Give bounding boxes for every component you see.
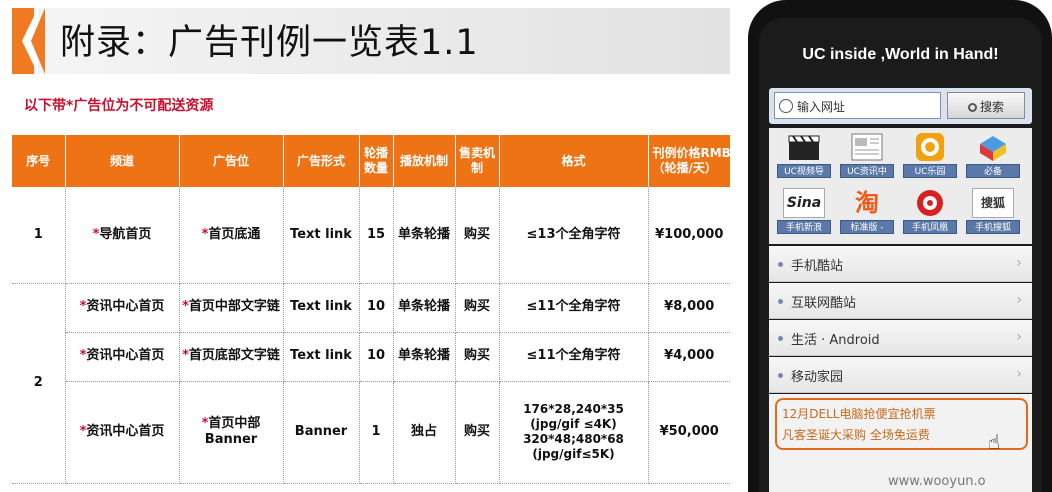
chevron-right-icon: ›	[1016, 329, 1022, 345]
col-header-price: 刊例价格RMB （轮播/天）	[648, 135, 730, 187]
sina-logo-icon: Sina	[783, 188, 825, 218]
app-tile[interactable]: 淘 标准版 -	[838, 188, 896, 238]
cell-sale: 购买	[455, 381, 500, 484]
cell-price: ¥4,000	[648, 332, 730, 382]
cell-count: 10	[359, 332, 394, 382]
cell-slot: *首页中部文字链	[179, 283, 284, 333]
cell-form: Text link	[283, 283, 360, 333]
search-button[interactable]: 搜索	[947, 92, 1025, 119]
table-row: *资讯中心首页 *首页中部 Banner Banner 1 独占 购买 176*2…	[12, 381, 730, 484]
col-header-no: 序号	[12, 135, 66, 187]
table-row: *资讯中心首页 *首页底部文字链 Text link 10 单条轮播 购买 ≤1…	[12, 332, 730, 382]
col-header-form: 广告形式	[283, 135, 360, 187]
cell-format: ≤13个全角字符	[499, 187, 649, 284]
cell-play: 独占	[393, 381, 456, 484]
uc-park-icon	[909, 132, 951, 162]
chevron-right-icon: ›	[1016, 366, 1022, 382]
title-chevron-inner-icon	[31, 8, 45, 74]
app-tile[interactable]: UC乐园	[901, 132, 959, 182]
bullet-icon	[778, 336, 783, 341]
app-tile[interactable]: Sina 手机新浪	[775, 188, 833, 238]
uc-slogan: UC inside ,World in Hand!	[802, 46, 999, 63]
taobao-logo-icon: 淘	[855, 189, 879, 217]
url-input[interactable]: 输入网址	[774, 92, 941, 119]
ad-rate-table: 序号 频道 广告位 广告形式 轮播 数量 播放机制 售卖机制 格式 刊例价格RMB…	[12, 135, 730, 484]
cell-price: ¥8,000	[648, 283, 730, 333]
col-header-format: 格式	[499, 135, 649, 187]
search-icon	[967, 103, 977, 112]
phoenix-logo-icon	[909, 188, 951, 218]
promo-link-vancl[interactable]: 凡客圣诞大采购 全场免运费	[782, 426, 930, 443]
phone-screen: UC inside ,World in Hand! 输入网址 搜索 UC视频导 …	[759, 18, 1042, 492]
sohu-logo-icon: 搜狐	[972, 188, 1014, 218]
gift-box-icon	[972, 132, 1014, 162]
app-grid: UC视频导 UC资讯中 UC乐园 必备 Sina 手机新浪 淘 标准版 - 手机…	[769, 128, 1032, 244]
app-tile[interactable]: UC资讯中	[838, 132, 896, 182]
table-row: 1 *导航首页 *首页底通 Text link 15 单条轮播 购买 ≤13个全…	[12, 187, 730, 284]
col-header-sale: 售卖机制	[455, 135, 500, 187]
cell-count: 15	[359, 187, 394, 284]
cell-sale: 购买	[455, 283, 500, 333]
globe-icon	[779, 99, 793, 113]
cell-play: 单条轮播	[393, 332, 456, 382]
cell-play: 单条轮播	[393, 187, 456, 284]
table-row: 2 *资讯中心首页 *首页中部文字链 Text link 10 单条轮播 购买 …	[12, 283, 730, 484]
app-tile[interactable]: 搜狐 手机搜狐	[964, 188, 1022, 238]
non-deliverable-note: 以下带*广告位为不可配送资源	[24, 98, 214, 114]
cell-form: Text link	[283, 332, 360, 382]
cell-count: 10	[359, 283, 394, 333]
menu-item-internet-sites[interactable]: 互联网酷站 ›	[769, 283, 1032, 319]
cell-form: Banner	[283, 381, 360, 484]
app-tile[interactable]: UC视频导	[775, 132, 833, 182]
cell-channel: *资讯中心首页	[65, 332, 180, 382]
search-panel: 输入网址 搜索	[769, 88, 1032, 124]
hand-cursor-icon: ☝	[988, 430, 1001, 454]
promo-link-dell[interactable]: 12月DELL电脑抢便宜抢机票	[782, 405, 935, 422]
cell-play: 单条轮播	[393, 283, 456, 333]
cell-slot: *首页底部文字链	[179, 332, 284, 382]
bullet-icon	[778, 373, 783, 378]
page-title: 附录：广告刊例一览表1.1	[60, 23, 479, 63]
cell-no: 1	[12, 187, 66, 284]
menu-item-life-android[interactable]: 生活 · Android ›	[769, 320, 1032, 356]
menu-item-mobile-sites[interactable]: 手机酷站 ›	[769, 246, 1032, 282]
cell-channel: *导航首页	[65, 187, 180, 284]
menu-item-mobile-home[interactable]: 移动家园 ›	[769, 357, 1032, 393]
app-tile[interactable]: 手机凤凰	[901, 188, 959, 238]
cell-format: ≤11个全角字符	[499, 283, 649, 333]
col-header-count: 轮播 数量	[359, 135, 394, 187]
cell-sale: 购买	[455, 187, 500, 284]
bullet-icon	[778, 299, 783, 304]
news-icon	[846, 132, 888, 162]
bullet-icon	[778, 262, 783, 267]
watermark: www.wooyun.o	[888, 474, 986, 489]
cell-price: ¥100,000	[648, 187, 730, 284]
col-header-slot: 广告位	[179, 135, 284, 187]
cell-count: 1	[359, 381, 394, 484]
clapperboard-icon	[783, 132, 825, 162]
slide: 附录：广告刊例一览表1.1 以下带*广告位为不可配送资源 序号 频道 广告位 广…	[0, 0, 1052, 492]
cell-form: Text link	[283, 187, 360, 284]
cell-slot: *首页中部 Banner	[179, 381, 284, 484]
col-header-channel: 频道	[65, 135, 180, 187]
chevron-right-icon: ›	[1016, 255, 1022, 271]
cell-format: 176*28,240*35 (jpg/gif ≤4K) 320*48;480*68(…	[499, 381, 649, 484]
cell-price: ¥50,000	[648, 381, 730, 484]
col-header-play: 播放机制	[393, 135, 456, 187]
table-header-row: 序号 频道 广告位 广告形式 轮播 数量 播放机制 售卖机制 格式 刊例价格RMB…	[12, 135, 730, 187]
cell-format: ≤11个全角字符	[499, 332, 649, 382]
cell-slot: *首页底通	[179, 187, 284, 284]
app-tile[interactable]: 必备	[964, 132, 1022, 182]
cell-sale: 购买	[455, 332, 500, 382]
chevron-right-icon: ›	[1016, 292, 1022, 308]
cell-channel: *资讯中心首页	[65, 283, 180, 333]
cell-no: 2	[12, 283, 66, 484]
cell-channel: *资讯中心首页	[65, 381, 180, 484]
